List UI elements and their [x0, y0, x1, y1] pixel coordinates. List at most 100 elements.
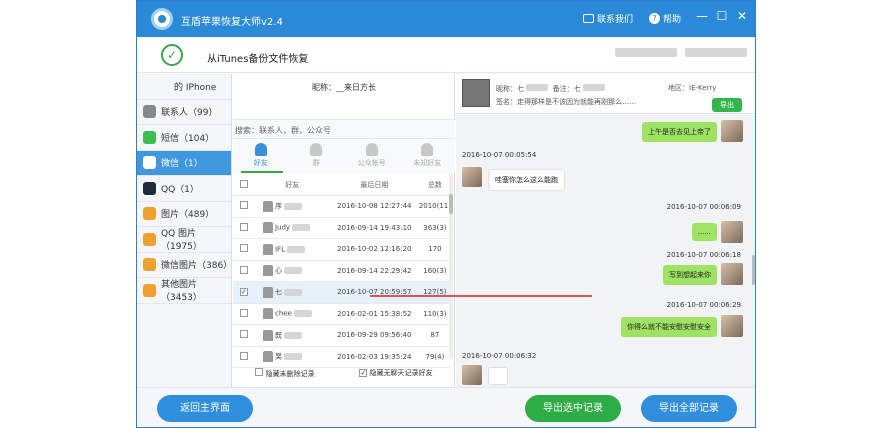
sender-avatar: [721, 263, 743, 285]
contact-table: 好友 最后日期 总数 序 2016-10-08 12:27:44 2010(11…: [233, 174, 451, 368]
sub-header: ✓ 从iTunes备份文件恢复: [137, 37, 755, 73]
unknown-friend-icon: [421, 143, 434, 156]
contact-us-link[interactable]: 联系我们: [583, 12, 633, 25]
table-row[interactable]: IFL 2016-10-02 12:16:20 170: [233, 238, 451, 261]
hide-no-chat-checkbox[interactable]: ✓: [359, 369, 368, 377]
row-checkbox[interactable]: [233, 260, 255, 282]
close-button[interactable]: ✕: [735, 9, 749, 23]
tab-official[interactable]: 公众帐号: [344, 140, 400, 173]
row-checkbox[interactable]: [233, 303, 255, 325]
export-all-button[interactable]: 导出全部记录: [641, 395, 737, 422]
hide-no-chat-option[interactable]: ✓ 隐藏无聊天记录好友: [359, 368, 433, 379]
hide-no-chat-label: 隐藏无聊天记录好友: [369, 369, 433, 377]
qq-icon: [143, 181, 156, 195]
contact-region: 地区：IE-Kerry: [668, 84, 717, 92]
checkbox[interactable]: [239, 222, 248, 231]
sidebar-item-other-photos[interactable]: 其他图片（3453）: [137, 278, 231, 304]
checkbox[interactable]: [239, 201, 248, 210]
sender-avatar: [462, 365, 482, 385]
table-row[interactable]: 序 2016-10-08 12:27:44 2010(11): [233, 195, 451, 218]
select-all-checkbox[interactable]: [233, 174, 255, 196]
chat-scrollbar[interactable]: [752, 255, 755, 285]
sidebar-item-photos[interactable]: 图片（489）: [137, 202, 231, 227]
search-input[interactable]: 搜索：联系人，群，公众号: [233, 119, 455, 139]
row-checkbox[interactable]: [233, 238, 255, 261]
sidebar-item-contacts[interactable]: 联系人（99）: [137, 100, 231, 125]
message-bubble: [488, 367, 508, 385]
table-row[interactable]: 既 2016-09-29 09:56:40 87: [233, 324, 451, 347]
friend-name: 七: [274, 288, 282, 297]
sender-avatar: [721, 221, 743, 243]
sidebar-item-qq[interactable]: QQ（1）: [137, 176, 231, 202]
sidebar-item-phone[interactable]: 的 IPhone: [137, 74, 231, 100]
active-tab-indicator: [241, 171, 283, 173]
table-row[interactable]: 吴 2016-02-03 19:35:24 79(4): [233, 346, 451, 368]
table-row[interactable]: ✓ 七 2016-10-07 20:59:57 127(5): [233, 281, 451, 304]
contact-us-label: 联系我们: [597, 15, 634, 25]
friend-name: 既: [274, 331, 282, 340]
avatar-icon: [262, 200, 273, 212]
table-row[interactable]: Judy 2016-09-14 19:43:10 363(3): [233, 217, 451, 239]
col-friend[interactable]: 好友: [254, 174, 330, 196]
table-row[interactable]: chee 2016-02-01 15:38:52 110(3): [233, 303, 451, 325]
minimize-button[interactable]: —: [695, 9, 709, 23]
table-row[interactable]: 心 2016-09-14 22:29:42 160(3): [233, 260, 451, 282]
checkbox[interactable]: [239, 351, 248, 360]
title-bar: 互盾苹果恢复大师v2.4 联系我们 ? 帮助 — ☐ ✕: [137, 1, 755, 37]
row-checkbox[interactable]: [233, 217, 255, 239]
export-chat-button[interactable]: 导出: [712, 98, 742, 112]
checkbox[interactable]: [239, 244, 248, 253]
message-timestamp: 2016-10-07 00:06:32: [462, 352, 537, 360]
checkbox[interactable]: [239, 330, 248, 339]
sidebar-item-wechat[interactable]: 微信（1）: [137, 150, 231, 176]
tab-label: 群: [312, 159, 320, 167]
checkbox[interactable]: ✓: [239, 288, 248, 297]
total-cell: 160(3): [418, 260, 451, 282]
hide-undeleted-option[interactable]: 隐藏未删除记录: [255, 368, 315, 379]
last-date-cell: 2016-10-07 20:59:57: [329, 281, 419, 304]
friend-name: 序: [274, 202, 282, 211]
contact-tabs: 好友 群 公众帐号 未知好友: [233, 140, 455, 173]
chat-panel: 昵称：七 备注：七 签名：走得那样是不该因为就能再刚那么…… 地区：IE-Ker…: [456, 74, 755, 387]
total-cell: 79(4): [418, 346, 451, 368]
total-cell: 110(3): [418, 303, 451, 325]
friend-name: IFL: [274, 245, 285, 254]
last-date-cell: 2016-10-02 12:16:20: [329, 238, 419, 261]
last-date-cell: 2016-09-29 09:56:40: [329, 324, 419, 347]
sidebar-item-sms[interactable]: 短信（104）: [137, 125, 231, 151]
table-header: 好友 最后日期 总数: [233, 174, 451, 196]
sidebar-item-label: 联系人（99）: [161, 108, 218, 119]
row-checkbox[interactable]: ✓: [233, 281, 255, 304]
tab-label: 好友: [253, 159, 268, 167]
checkbox[interactable]: [239, 308, 248, 317]
sidebar-item-wechat-photos[interactable]: 微信图片（386）: [137, 253, 233, 278]
tab-friends[interactable]: 好友: [233, 140, 289, 173]
table-scrollbar[interactable]: [449, 174, 453, 359]
col-total[interactable]: 总数: [418, 174, 451, 196]
tab-groups[interactable]: 群: [289, 140, 345, 173]
sidebar-item-label: 微信图片（386）: [161, 261, 233, 272]
sender-avatar: [462, 167, 482, 187]
tab-unknown[interactable]: 未知好友: [400, 140, 456, 173]
message-bubble: 上午是否去见上帝了: [642, 122, 717, 142]
device-name-redacted: [615, 48, 677, 57]
row-checkbox[interactable]: [233, 195, 255, 218]
account-nickname: 昵称：__来日方长: [312, 83, 376, 92]
message-list[interactable]: 上午是否去见上帝了 2016-10-07 00:05:54 哇塞你怎么这么能跑 201…: [456, 115, 755, 387]
sidebar-item-qq-photos[interactable]: QQ 图片（1975）: [137, 227, 231, 253]
row-checkbox[interactable]: [233, 324, 255, 347]
friend-cell: IFL: [254, 238, 330, 261]
tab-label: 公众帐号: [357, 159, 386, 167]
sender-avatar: [721, 120, 743, 142]
avatar-icon: [262, 286, 273, 298]
maximize-button[interactable]: ☐: [715, 9, 729, 23]
help-link[interactable]: ? 帮助: [649, 12, 681, 25]
export-selected-button[interactable]: 导出选中记录: [525, 395, 621, 422]
message-bubble: ......: [691, 223, 717, 241]
last-date-cell: 2016-09-14 22:29:42: [329, 260, 419, 282]
checkbox[interactable]: [239, 265, 248, 274]
col-last-date[interactable]: 最后日期: [329, 174, 419, 196]
help-icon: ?: [649, 13, 660, 24]
back-to-home-button[interactable]: 返回主界面: [157, 395, 253, 422]
row-checkbox[interactable]: [233, 346, 255, 368]
